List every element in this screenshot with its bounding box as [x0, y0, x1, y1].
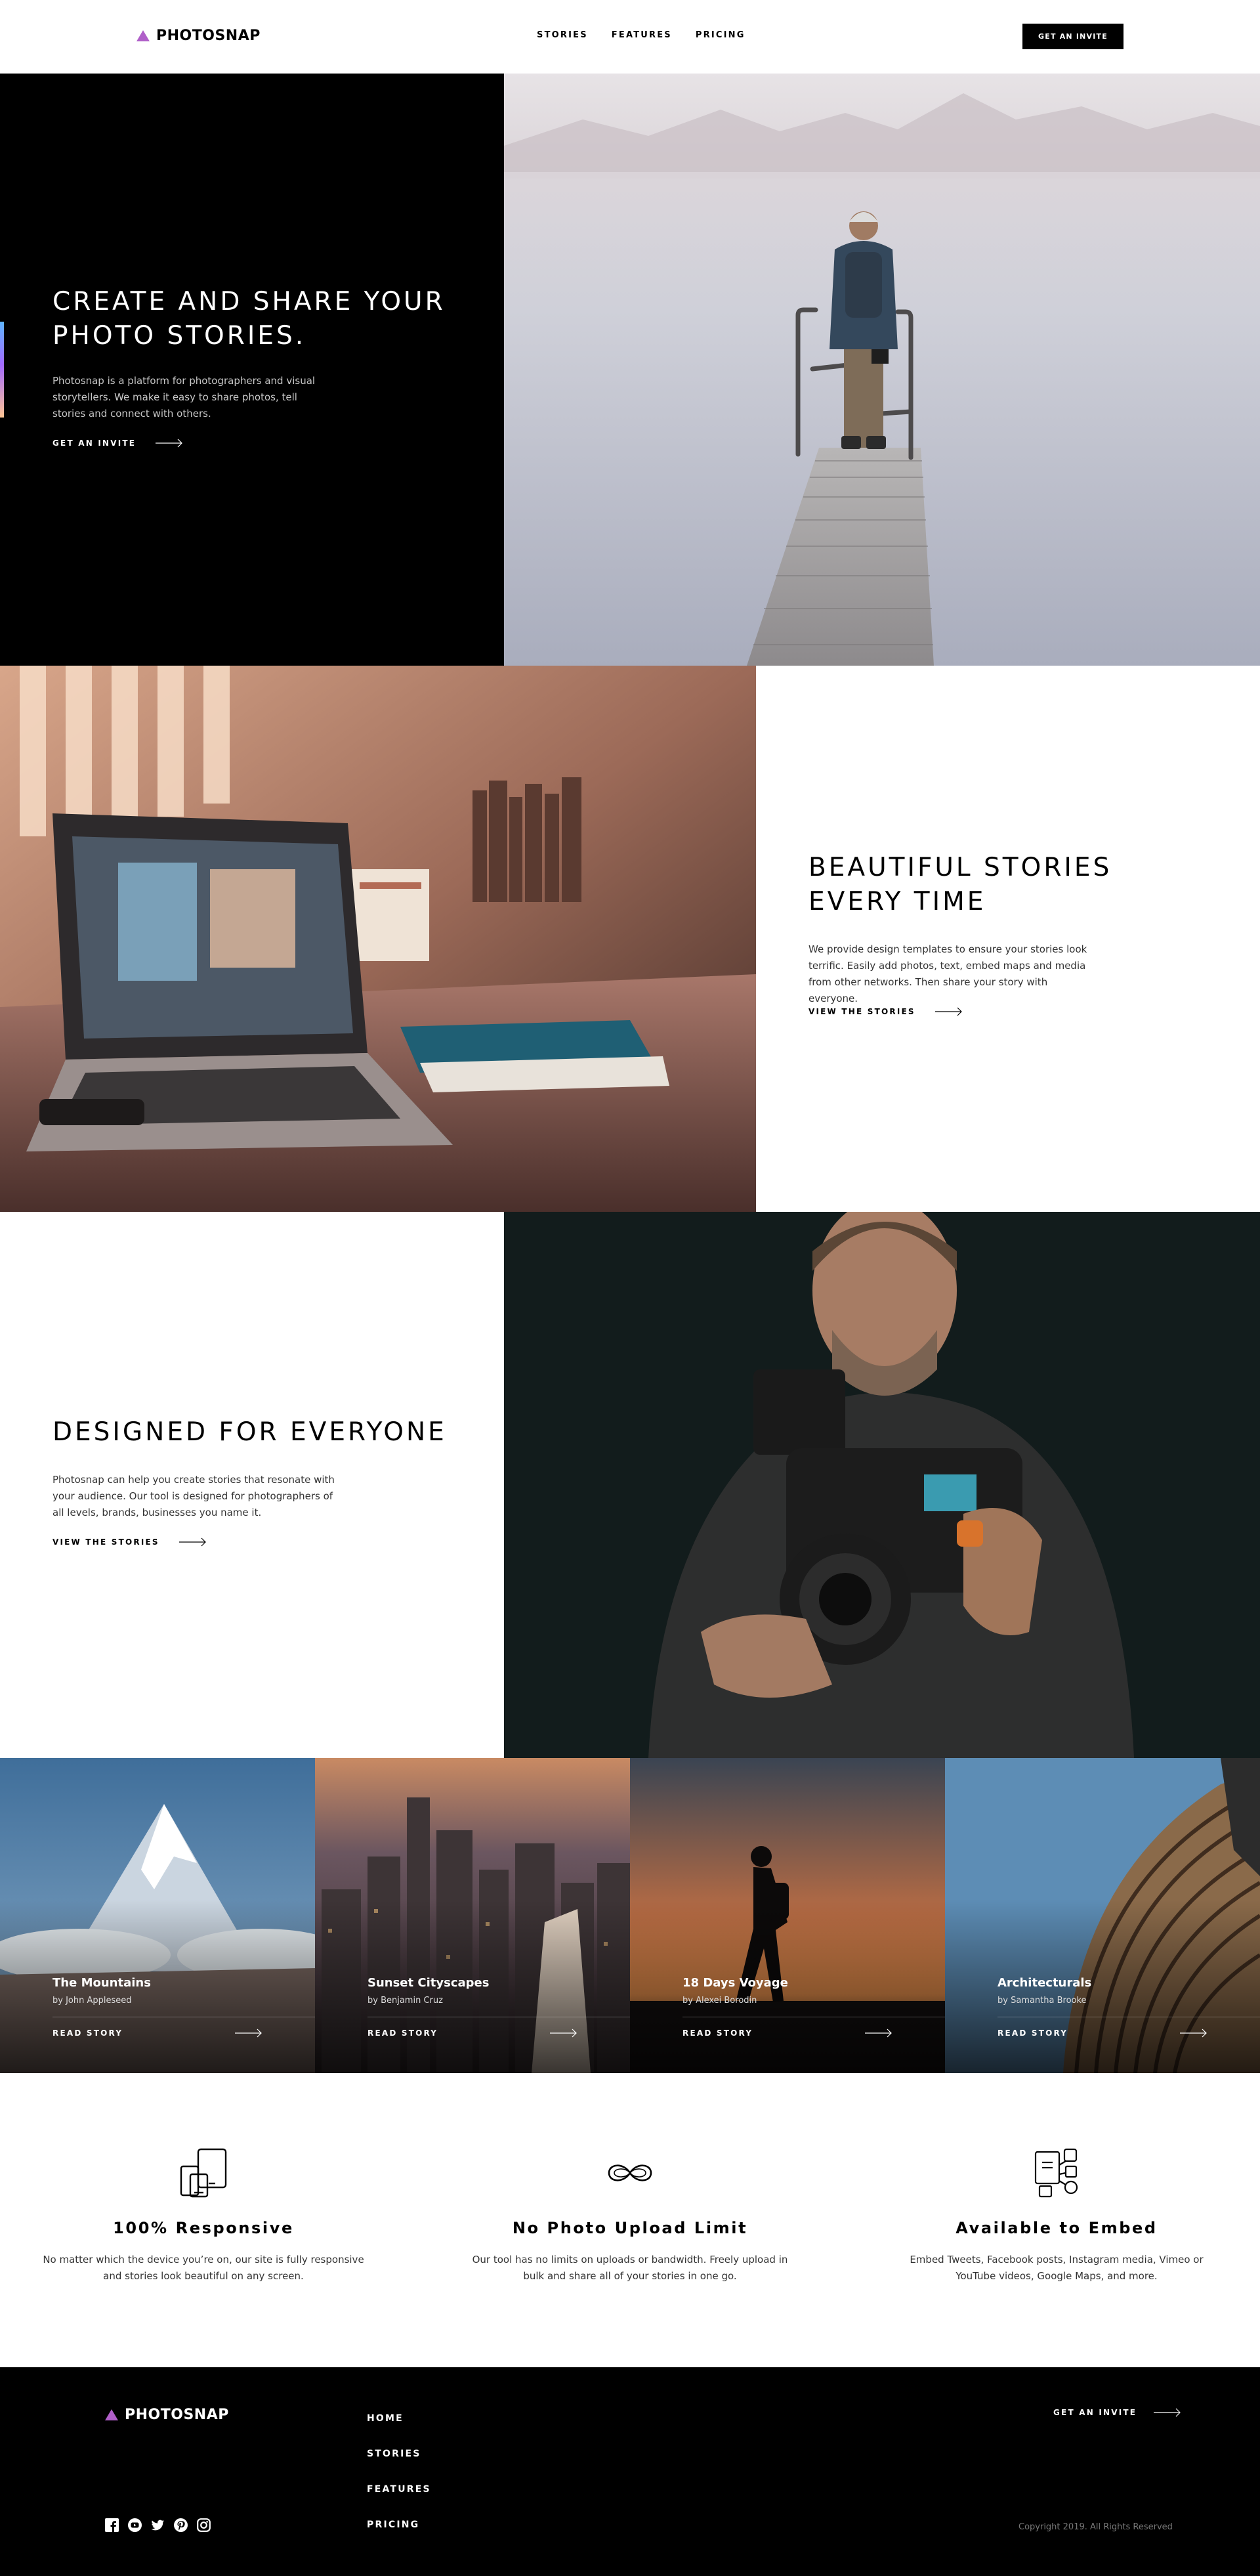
arrow-right-icon: [156, 439, 183, 448]
story-title: The Mountains: [52, 1976, 151, 1990]
feature-description: Our tool has no limits on uploads or ban…: [472, 2254, 788, 2282]
footer-nav-features[interactable]: FEATURES: [367, 2484, 431, 2495]
copyright-text: Copyright 2019. All Rights Reserved: [1018, 2522, 1173, 2532]
laptop-desk-image: [0, 666, 756, 1212]
beautiful-stories-title: BEAUTIFUL STORIES EVERY TIME: [808, 853, 1112, 916]
hero-invite-link[interactable]: GET AN INVITE: [52, 439, 183, 448]
arrow-right-icon: [235, 2029, 262, 2038]
main-nav: STORIES FEATURES PRICING: [537, 30, 746, 40]
youtube-icon[interactable]: [128, 2518, 142, 2532]
beautiful-stories-section: BEAUTIFUL STORIES EVERY TIME We provide …: [0, 666, 1260, 1212]
hero-description: Photosnap is a platform for photographer…: [52, 375, 316, 419]
read-story-label: READ STORY: [368, 2029, 438, 2038]
facebook-icon[interactable]: [105, 2518, 119, 2532]
story-author: by John Appleseed: [52, 1996, 132, 2006]
logo-triangle-icon: [105, 2409, 118, 2420]
feature-description: No matter which the device you’re on, ou…: [43, 2254, 364, 2282]
infinity-icon: [608, 2164, 652, 2181]
footer-invite-label: GET AN INVITE: [1053, 2408, 1137, 2417]
story-author: by Alexei Borodin: [682, 1996, 757, 2006]
story-title: 18 Days Voyage: [682, 1976, 788, 1990]
footer-nav-pricing[interactable]: PRICING: [367, 2520, 431, 2530]
brand-logo[interactable]: PHOTOSNAP: [136, 28, 261, 44]
arrow-right-icon: [1154, 2408, 1181, 2417]
footer-invite-link[interactable]: GET AN INVITE: [1053, 2408, 1181, 2417]
embed-media-icon: [1034, 2148, 1078, 2198]
view-stories-label: VIEW THE STORIES: [808, 1007, 915, 1016]
card-gradient-overlay: [945, 1758, 1260, 2073]
story-card[interactable]: The Mountains by John Appleseed READ STO…: [0, 1758, 315, 2073]
beautiful-stories-description: We provide design templates to ensure yo…: [808, 943, 1087, 1004]
arrow-right-icon: [550, 2029, 577, 2038]
read-story-label: READ STORY: [52, 2029, 123, 2038]
designed-text-panel: DESIGNED FOR EVERYONE Photosnap can help…: [0, 1212, 504, 1758]
read-story-link[interactable]: READ STORY: [52, 2029, 262, 2038]
view-stories-link[interactable]: VIEW THE STORIES: [808, 1007, 963, 1016]
read-story-label: READ STORY: [998, 2029, 1068, 2038]
designed-for-everyone-section: DESIGNED FOR EVERYONE Photosnap can help…: [0, 1212, 1260, 1758]
nav-features-link[interactable]: FEATURES: [612, 30, 672, 40]
arrow-right-icon: [178, 1537, 206, 1547]
hero-image-man-on-pier: [504, 74, 1260, 666]
pinterest-icon[interactable]: [174, 2518, 188, 2532]
responsive-devices-icon: [180, 2148, 227, 2198]
hero-text-panel: CREATE AND SHARE YOUR PHOTO STORIES. Pho…: [0, 74, 504, 666]
nav-pricing-link[interactable]: PRICING: [696, 30, 746, 40]
site-footer: PHOTOSNAP HOME STORIES FEATURES PRICING …: [0, 2367, 1260, 2576]
feature-description: Embed Tweets, Facebook posts, Instagram …: [910, 2254, 1204, 2282]
features-section: 100% Responsive No matter which the devi…: [0, 2073, 1260, 2367]
beautiful-stories-text-panel: BEAUTIFUL STORIES EVERY TIME We provide …: [756, 666, 1260, 1212]
footer-nav-home[interactable]: HOME: [367, 2413, 431, 2424]
story-author: by Benjamin Cruz: [368, 1996, 443, 2006]
social-links: [105, 2518, 211, 2532]
designed-title: DESIGNED FOR EVERYONE: [52, 1417, 447, 1447]
arrow-right-icon: [1180, 2029, 1207, 2038]
card-gradient-overlay: [0, 1758, 315, 2073]
footer-brand-logo[interactable]: PHOTOSNAP: [105, 2407, 229, 2423]
featured-stories-grid: The Mountains by John Appleseed READ STO…: [0, 1758, 1260, 2073]
read-story-link[interactable]: READ STORY: [682, 2029, 892, 2038]
designed-view-stories-label: VIEW THE STORIES: [52, 1537, 159, 1547]
feature-title: Available to Embed: [956, 2219, 1158, 2237]
story-card[interactable]: 18 Days Voyage by Alexei Borodin READ ST…: [630, 1758, 945, 2073]
feature-title: 100% Responsive: [113, 2219, 294, 2237]
card-gradient-overlay: [315, 1758, 630, 2073]
hero-section: CREATE AND SHARE YOUR PHOTO STORIES. Pho…: [0, 74, 1260, 666]
story-card[interactable]: Architecturals by Samantha Brooke READ S…: [945, 1758, 1260, 2073]
story-title: Sunset Cityscapes: [368, 1976, 490, 1990]
story-card[interactable]: Sunset Cityscapes by Benjamin Cruz READ …: [315, 1758, 630, 2073]
designed-description: Photosnap can help you create stories th…: [52, 1474, 335, 1518]
card-gradient-overlay: [630, 1758, 945, 2073]
nav-stories-link[interactable]: STORIES: [537, 30, 588, 40]
instagram-icon[interactable]: [197, 2518, 211, 2532]
get-invite-button[interactable]: GET AN INVITE: [1022, 24, 1124, 49]
read-story-link[interactable]: READ STORY: [998, 2029, 1208, 2038]
brand-name: PHOTOSNAP: [156, 28, 261, 44]
hero-title: CREATE AND SHARE YOUR PHOTO STORIES.: [52, 287, 446, 351]
read-story-label: READ STORY: [682, 2029, 753, 2038]
arrow-right-icon: [865, 2029, 892, 2038]
footer-nav-stories[interactable]: STORIES: [367, 2449, 431, 2459]
feature-responsive: 100% Responsive No matter which the devi…: [39, 2147, 368, 2285]
designed-view-stories-link[interactable]: VIEW THE STORIES: [52, 1537, 207, 1547]
videographer-image: [504, 1212, 1260, 1758]
site-header: PHOTOSNAP STORIES FEATURES PRICING GET A…: [0, 0, 1260, 74]
accent-gradient-bar: [0, 322, 4, 418]
footer-brand-name: PHOTOSNAP: [125, 2407, 229, 2423]
logo-triangle-icon: [136, 30, 150, 41]
twitter-icon[interactable]: [151, 2518, 165, 2532]
story-title: Architecturals: [998, 1976, 1092, 1990]
hero-invite-label: GET AN INVITE: [52, 439, 136, 448]
feature-title: No Photo Upload Limit: [512, 2219, 748, 2237]
story-author: by Samantha Brooke: [998, 1996, 1087, 2006]
feature-upload-limit: No Photo Upload Limit Our tool has no li…: [466, 2147, 794, 2285]
arrow-right-icon: [934, 1007, 962, 1016]
feature-embed: Available to Embed Embed Tweets, Faceboo…: [892, 2147, 1221, 2285]
footer-nav: HOME STORIES FEATURES PRICING: [367, 2413, 431, 2530]
read-story-link[interactable]: READ STORY: [368, 2029, 578, 2038]
